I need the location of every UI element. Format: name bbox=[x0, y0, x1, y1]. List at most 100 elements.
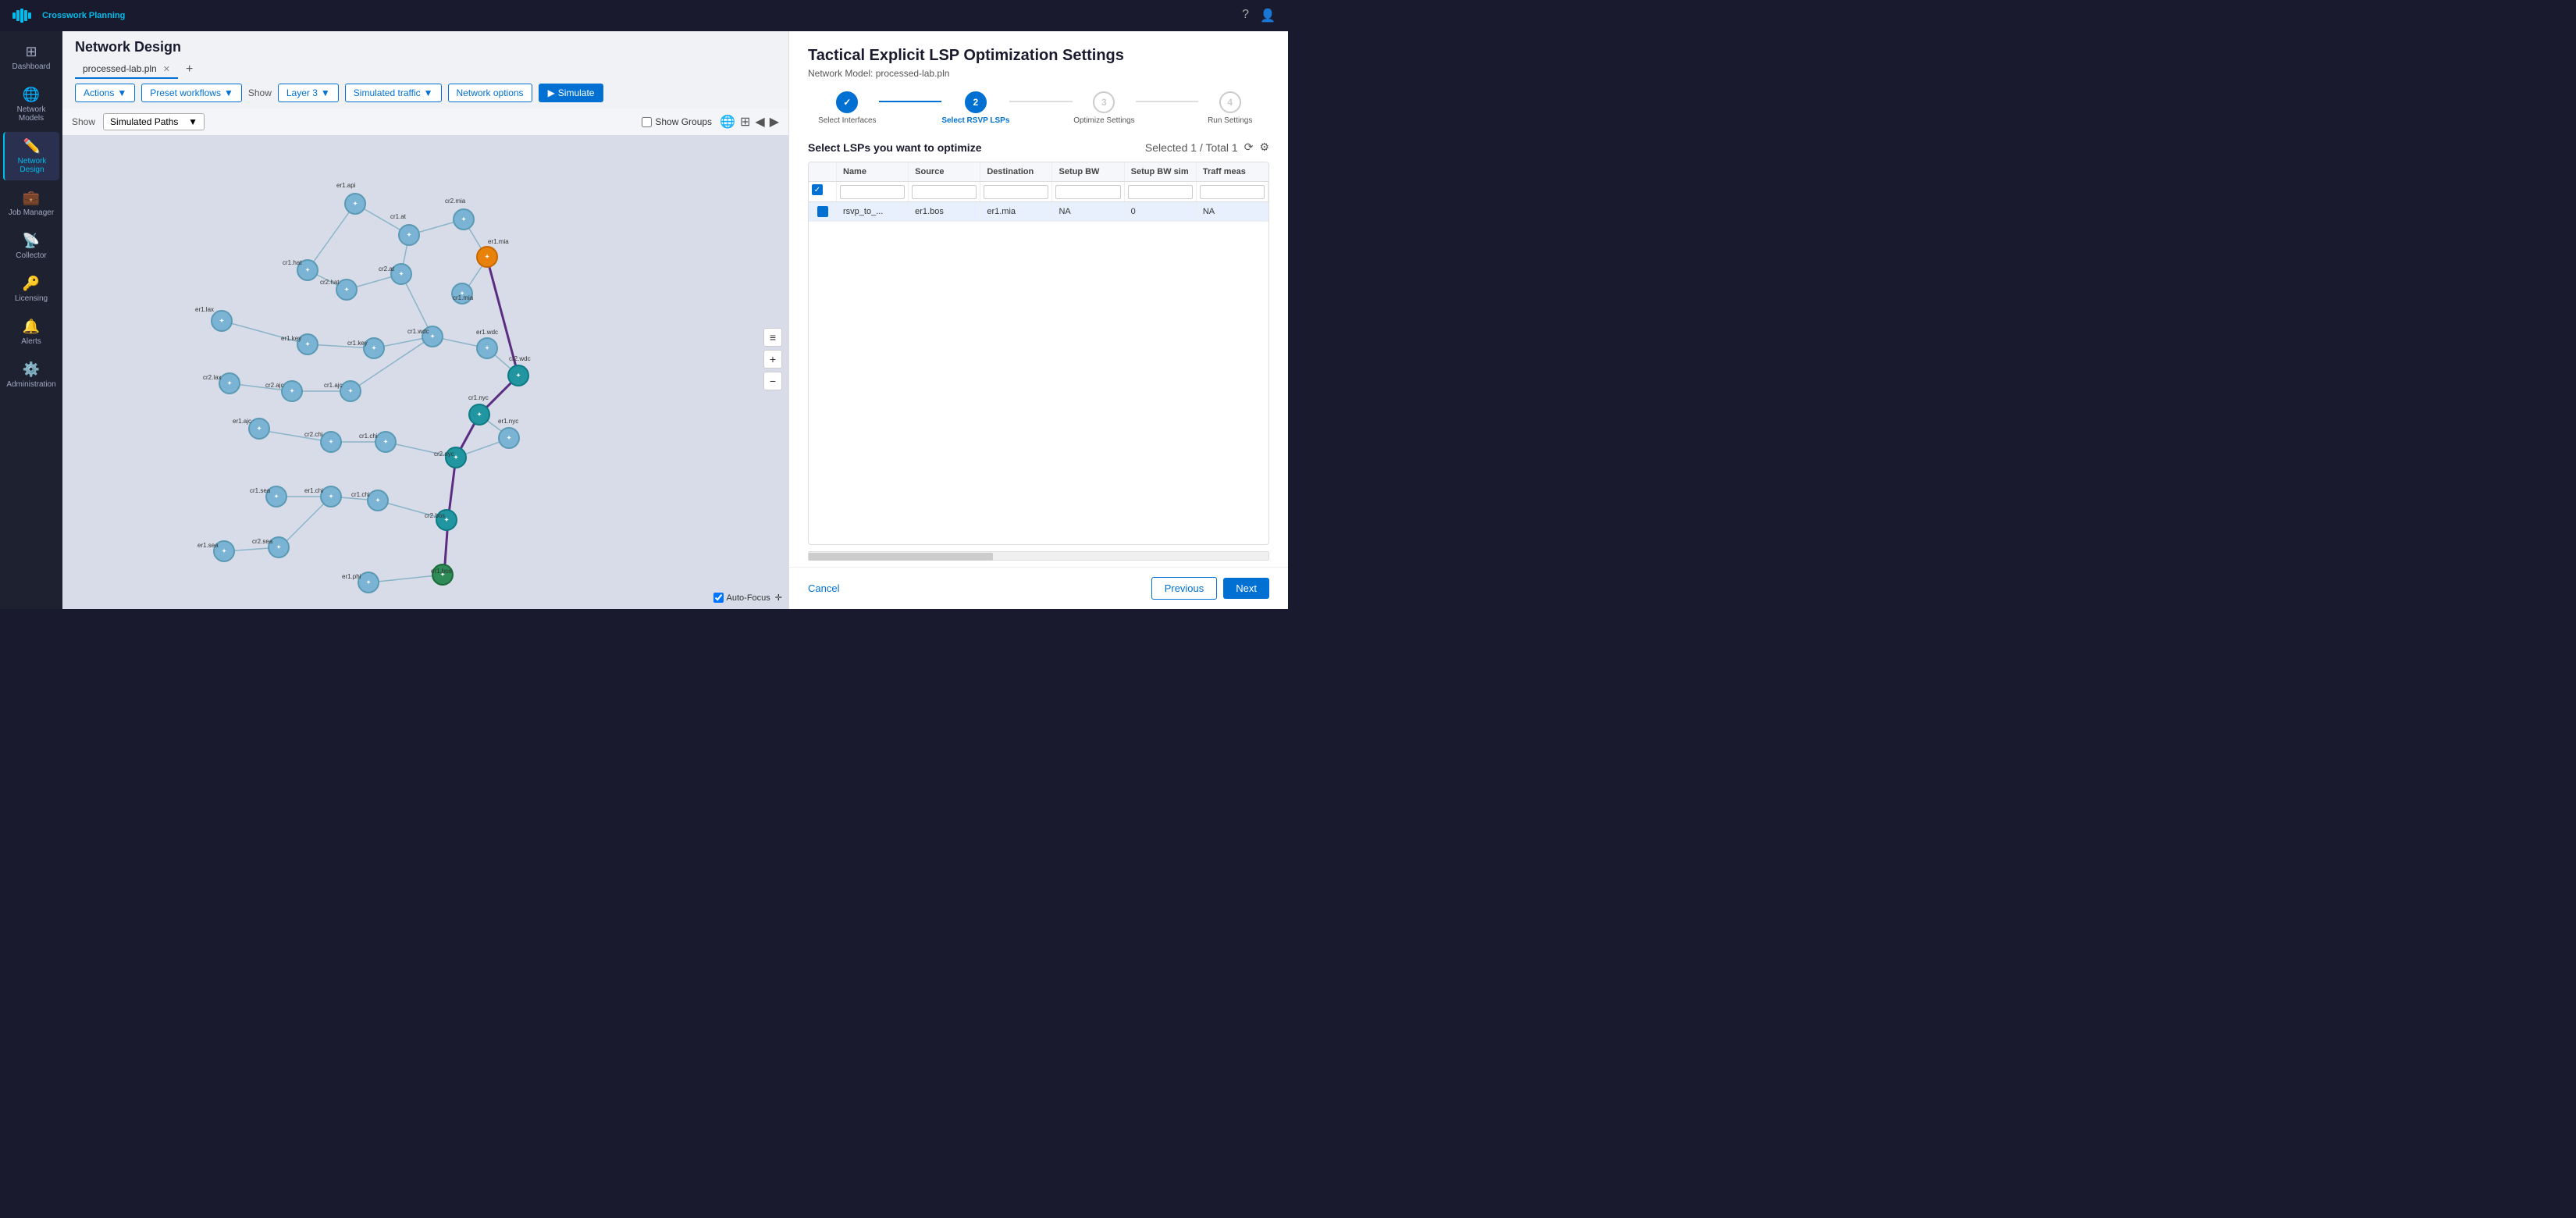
filter-setup-bw-sim-input[interactable] bbox=[1128, 185, 1193, 199]
node-cr2chi[interactable]: ✦ bbox=[320, 431, 342, 453]
filter-setup-bw-input[interactable] bbox=[1055, 185, 1120, 199]
node-cr1chi2[interactable]: ✦ bbox=[367, 490, 389, 511]
panel-subtitle: Network Model: processed-lab.pln bbox=[808, 68, 1269, 79]
refresh-icon[interactable]: ⟳ bbox=[1244, 141, 1254, 154]
autofocus-input[interactable] bbox=[713, 593, 724, 603]
sidebar-item-network-models[interactable]: 🌐 Network Models bbox=[3, 80, 59, 129]
label-cr2hat: cr2.hat bbox=[320, 279, 339, 286]
show-dropdown[interactable]: Simulated Paths ▼ bbox=[103, 113, 205, 130]
node-er1nyc[interactable]: ✦ bbox=[498, 427, 520, 449]
th-setup-bw-sim: Setup BW sim bbox=[1125, 162, 1197, 181]
preset-workflows-button[interactable]: Preset workflows ▼ bbox=[141, 84, 242, 102]
header-checkbox[interactable]: ✓ bbox=[812, 184, 823, 195]
sidebar-item-licensing[interactable]: 🔑 Licensing bbox=[3, 269, 59, 309]
dashboard-icon: ⊞ bbox=[25, 44, 37, 60]
label-er1api: er1.api bbox=[336, 182, 355, 189]
step-2: 2 Select RSVP LSPs bbox=[941, 91, 1009, 125]
node-er1lax[interactable]: ✦ bbox=[211, 310, 233, 332]
label-cr2at: cr2.at bbox=[379, 265, 394, 272]
next-icon[interactable]: ▶ bbox=[770, 114, 779, 130]
row-destination: er1.mia bbox=[980, 202, 1052, 221]
label-cr2sea: cr2.sea bbox=[252, 538, 272, 545]
label-cr1mia: cr1.mia bbox=[453, 294, 473, 301]
label-er1phi: er1.phi bbox=[342, 573, 361, 580]
tab-close-icon[interactable]: ✕ bbox=[163, 64, 170, 74]
app-title: Crosswork Planning bbox=[42, 11, 125, 20]
step-circle-1: ✓ bbox=[836, 91, 858, 113]
autofocus-checkbox[interactable]: Auto-Focus bbox=[713, 593, 770, 603]
actions-chevron-icon: ▼ bbox=[117, 87, 126, 98]
node-cr2mia[interactable]: ✦ bbox=[453, 208, 475, 230]
label-er1bos: er1.bos bbox=[431, 568, 452, 575]
network-models-icon: 🌐 bbox=[23, 87, 40, 103]
crosshair-icon[interactable]: ✛ bbox=[775, 593, 782, 603]
node-cr1ajc[interactable]: ✦ bbox=[340, 380, 361, 402]
layout-icon[interactable]: ⊞ bbox=[740, 114, 750, 130]
node-er1chi[interactable]: ✦ bbox=[320, 486, 342, 508]
horizontal-scrollbar[interactable] bbox=[808, 551, 1269, 561]
node-cr2wdc[interactable]: ✦ bbox=[507, 365, 529, 386]
sidebar-item-network-design[interactable]: ✏️ Network Design bbox=[3, 132, 59, 180]
row-checkbox[interactable] bbox=[817, 206, 828, 217]
simulate-play-icon: ▶ bbox=[548, 87, 555, 98]
step-line-3-4 bbox=[1136, 101, 1199, 102]
settings-icon[interactable]: ⚙ bbox=[1259, 141, 1269, 154]
sidebar-item-administration[interactable]: ⚙️ Administration bbox=[3, 355, 59, 395]
table-row[interactable]: rsvp_to_... er1.bos er1.mia NA 0 NA bbox=[809, 202, 1268, 222]
row-setup-bw: NA bbox=[1052, 202, 1124, 221]
sidebar-label-network-models: Network Models bbox=[6, 105, 56, 123]
show-groups-checkbox[interactable]: Show Groups bbox=[642, 116, 712, 127]
filter-traff-meas bbox=[1197, 182, 1268, 201]
user-icon[interactable]: 👤 bbox=[1260, 8, 1276, 23]
filter-destination bbox=[980, 182, 1052, 201]
cancel-button[interactable]: Cancel bbox=[808, 582, 839, 594]
zoom-in-button[interactable]: + bbox=[763, 350, 782, 369]
next-button[interactable]: Next bbox=[1223, 578, 1269, 599]
sidebar-item-job-manager[interactable]: 💼 Job Manager bbox=[3, 183, 59, 223]
show-groups-input[interactable] bbox=[642, 117, 652, 127]
alerts-icon: 🔔 bbox=[23, 319, 40, 335]
nd-toolbar: Actions ▼ Preset workflows ▼ Show Layer … bbox=[75, 84, 776, 109]
node-cr1nyc[interactable]: ✦ bbox=[468, 404, 490, 426]
node-er1mia[interactable]: ✦ bbox=[476, 246, 498, 268]
label-er1lax: er1.lax bbox=[195, 306, 214, 313]
node-cr1chi[interactable]: ✦ bbox=[375, 431, 397, 453]
node-cr2lax[interactable]: ✦ bbox=[219, 372, 240, 394]
node-er1api[interactable]: ✦ bbox=[344, 193, 366, 215]
filter-name-input[interactable] bbox=[840, 185, 905, 199]
previous-button[interactable]: Previous bbox=[1151, 577, 1218, 600]
list-view-button[interactable]: ≡ bbox=[763, 328, 782, 347]
scroll-thumb[interactable] bbox=[809, 553, 993, 561]
prev-icon[interactable]: ◀ bbox=[755, 114, 764, 130]
actions-button[interactable]: Actions ▼ bbox=[75, 84, 135, 102]
help-icon[interactable]: ? bbox=[1242, 8, 1249, 23]
layer-button[interactable]: Layer 3 ▼ bbox=[278, 84, 339, 102]
simulated-traffic-button[interactable]: Simulated traffic ▼ bbox=[345, 84, 442, 102]
selected-count: Selected 1 / Total 1 bbox=[1145, 141, 1238, 154]
node-cr1at[interactable]: ✦ bbox=[398, 224, 420, 246]
node-er1wdc[interactable]: ✦ bbox=[476, 337, 498, 359]
simulate-button[interactable]: ▶ Simulate bbox=[539, 84, 604, 102]
network-options-button[interactable]: Network options bbox=[448, 84, 532, 102]
sidebar-item-dashboard[interactable]: ⊞ Dashboard bbox=[3, 37, 59, 77]
globe-icon[interactable]: 🌐 bbox=[720, 114, 735, 130]
node-cr2ajc[interactable]: ✦ bbox=[281, 380, 303, 402]
show-groups-label: Show Groups bbox=[655, 116, 712, 127]
nd-tab-main[interactable]: processed-lab.pln ✕ bbox=[75, 60, 178, 79]
label-cr2wdc: cr2.wdc bbox=[509, 355, 531, 362]
node-er1ajc[interactable]: ✦ bbox=[248, 418, 270, 440]
filter-source-input[interactable] bbox=[912, 185, 977, 199]
filter-setup-bw-sim bbox=[1125, 182, 1197, 201]
stepper: ✓ Select Interfaces 2 Select RSVP LSPs 3… bbox=[808, 91, 1269, 125]
filter-setup-bw bbox=[1052, 182, 1124, 201]
sidebar-item-collector[interactable]: 📡 Collector bbox=[3, 226, 59, 266]
actions-label: Actions bbox=[84, 87, 114, 98]
sidebar-item-alerts[interactable]: 🔔 Alerts bbox=[3, 312, 59, 352]
table-header: Name Source Destination Setup BW Setup B… bbox=[809, 162, 1268, 182]
filter-destination-input[interactable] bbox=[984, 185, 1048, 199]
add-tab-button[interactable]: + bbox=[181, 62, 197, 77]
filter-traff-meas-input[interactable] bbox=[1200, 185, 1265, 199]
sidebar-label-licensing: Licensing bbox=[15, 294, 48, 303]
sidebar-label-job-manager: Job Manager bbox=[9, 208, 54, 217]
zoom-out-button[interactable]: − bbox=[763, 372, 782, 390]
